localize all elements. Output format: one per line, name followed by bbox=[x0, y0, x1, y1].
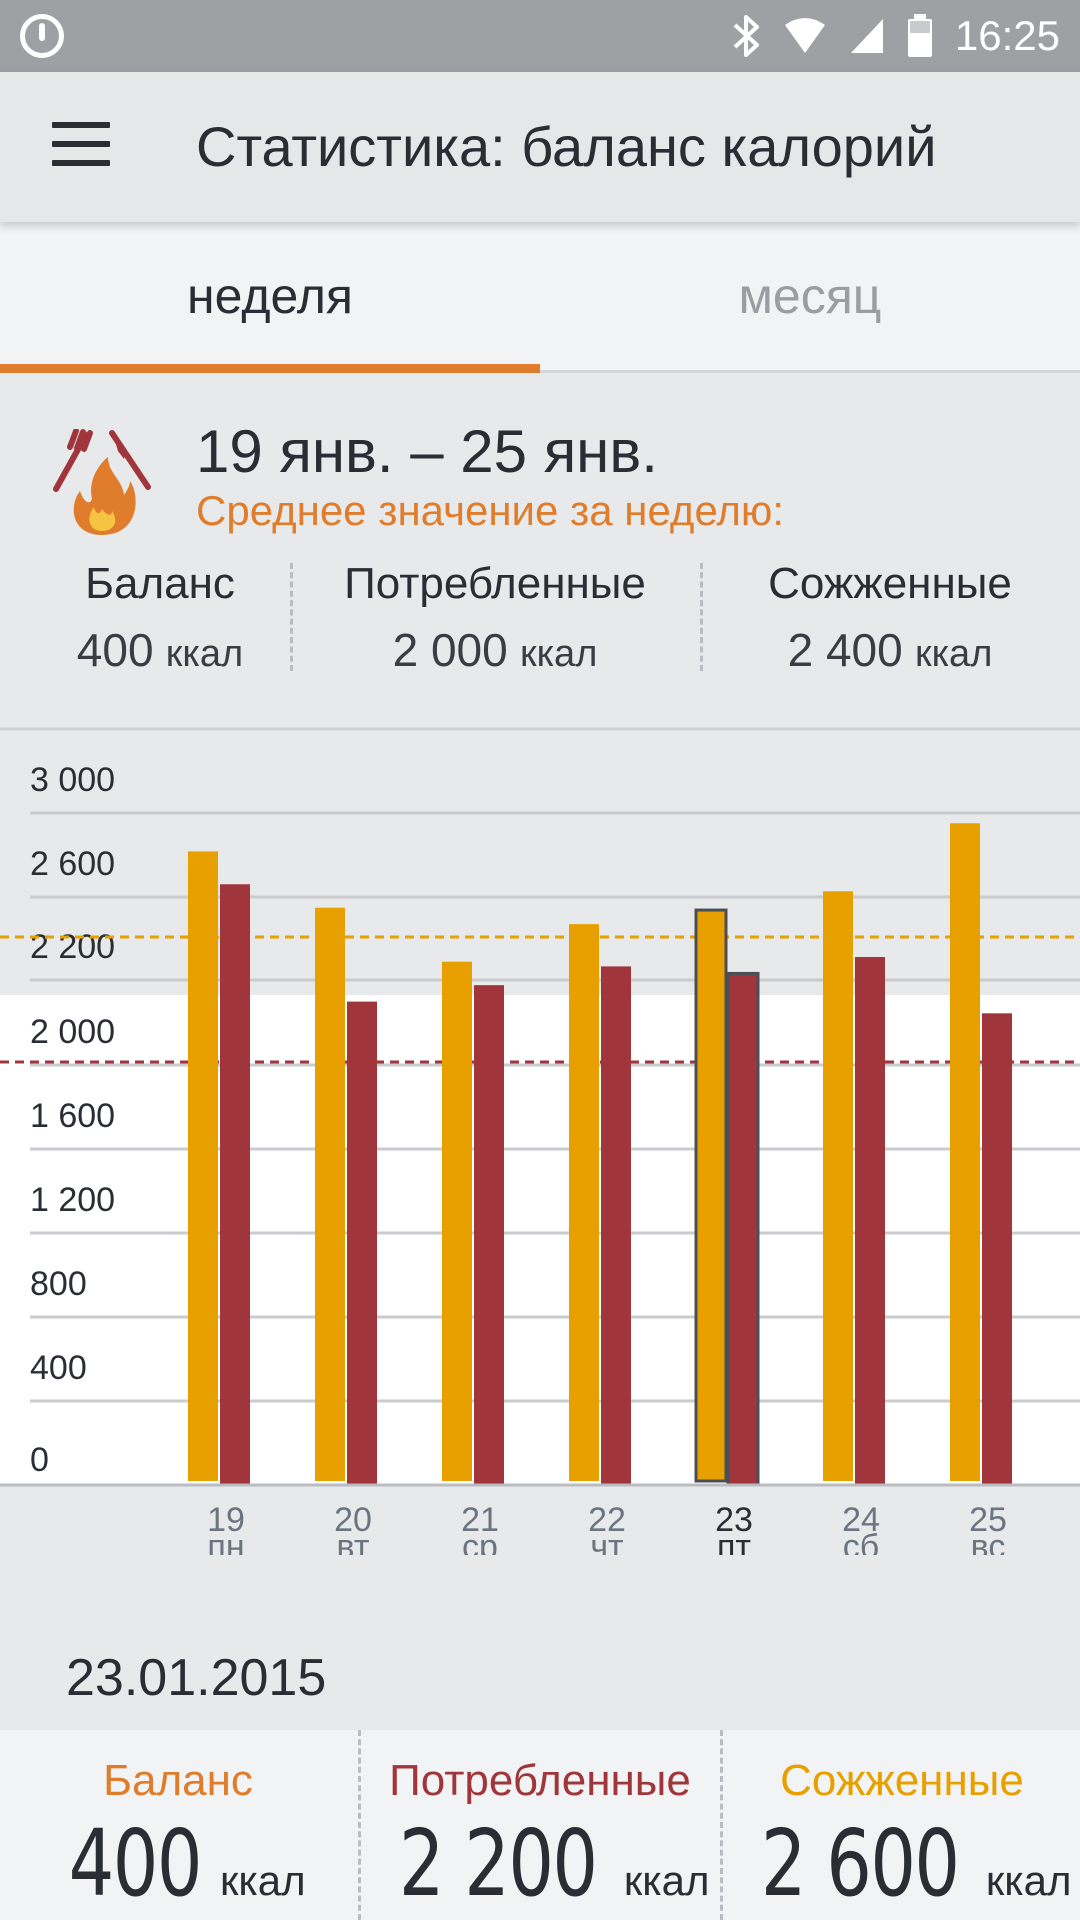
food-fire-icon bbox=[53, 429, 151, 535]
tab-indicator bbox=[0, 364, 540, 373]
avg-consumed-unit: ккал bbox=[519, 633, 598, 675]
avg-burned-label: Сожженные bbox=[768, 559, 1012, 608]
bar-consumed bbox=[601, 966, 631, 1485]
y-tick-label: 1 600 bbox=[30, 1097, 115, 1135]
x-tick-weekday: чт bbox=[590, 1528, 623, 1555]
bar-burned bbox=[315, 907, 345, 1481]
avg-consumed-value: 2 000 bbox=[392, 624, 508, 676]
bar-consumed bbox=[220, 884, 250, 1485]
date-range: 19 янв. – 25 янв. bbox=[196, 418, 658, 485]
bar-burned bbox=[823, 891, 853, 1481]
x-tick-weekday: пн bbox=[207, 1528, 244, 1555]
avg-burned-value: 2 400 bbox=[787, 624, 903, 676]
y-tick-label: 800 bbox=[30, 1265, 87, 1303]
bar-burned bbox=[694, 908, 728, 1483]
avg-balance-label: Баланс bbox=[85, 559, 235, 608]
avg-burned-unit: ккал bbox=[914, 633, 993, 675]
y-tick-label: 2 200 bbox=[30, 928, 115, 966]
bar-burned bbox=[188, 851, 218, 1481]
app-bar: Статистика: баланс калорий bbox=[0, 72, 1080, 222]
bar-consumed bbox=[982, 1013, 1012, 1485]
bluetooth-icon bbox=[733, 15, 759, 57]
divider bbox=[290, 563, 293, 671]
bar-consumed bbox=[726, 971, 760, 1487]
day-balance-label: Баланс bbox=[103, 1756, 253, 1805]
app-logo-icon bbox=[20, 14, 64, 58]
period-tabs: неделя месяц bbox=[0, 222, 1080, 373]
page-title: Статистика: баланс калорий bbox=[196, 115, 937, 178]
chart-bg-bottom bbox=[0, 995, 1080, 1485]
chart-bg-top bbox=[0, 725, 1080, 1005]
bar-burned bbox=[442, 961, 472, 1481]
avg-consumed-label: Потребленные bbox=[344, 559, 646, 608]
y-tick-label: 2 600 bbox=[30, 845, 115, 883]
status-time: 16:25 bbox=[954, 12, 1060, 59]
y-tick-label: 3 000 bbox=[30, 761, 115, 799]
y-tick-label: 2 000 bbox=[30, 1013, 115, 1051]
calorie-chart: 0 400 800 1 200 1 600 2 000 2 200 2 600 3 000 19 п… bbox=[0, 725, 1080, 1555]
wifi-icon bbox=[784, 18, 825, 53]
x-tick-weekday: ср bbox=[462, 1528, 498, 1555]
weekly-summary: 19 янв. – 25 янв. Среднее значение за не… bbox=[0, 373, 1080, 725]
day-burned-unit: ккал bbox=[985, 1857, 1072, 1904]
tab-month[interactable]: месяц bbox=[540, 222, 1080, 370]
bar-consumed bbox=[855, 957, 885, 1485]
y-tick-label: 400 bbox=[30, 1349, 87, 1387]
status-bar: 16:25 bbox=[0, 0, 1080, 72]
x-tick-weekday: вс bbox=[971, 1528, 1006, 1555]
bar-burned bbox=[569, 924, 599, 1481]
x-tick-weekday: сб bbox=[843, 1528, 879, 1555]
bar-consumed bbox=[347, 1001, 377, 1485]
day-consumed-value: 2 200 bbox=[398, 1810, 597, 1917]
bar-chart[interactable]: 04008001 2001 6002 0002 2002 6003 00019п… bbox=[0, 725, 1080, 1555]
day-burned: Сожженные 2 600 ккал bbox=[724, 1730, 1080, 1920]
y-tick-label: 0 bbox=[30, 1441, 49, 1479]
avg-balance-value: 400 bbox=[76, 624, 154, 676]
x-tick-weekday: пт bbox=[717, 1528, 751, 1555]
day-consumed: Потребленные 2 200 ккал bbox=[362, 1730, 718, 1920]
day-burned-label: Сожженные bbox=[780, 1756, 1024, 1805]
bar-burned bbox=[950, 823, 980, 1481]
avg-balance: Баланс 400 ккал bbox=[40, 559, 280, 677]
tab-week[interactable]: неделя bbox=[0, 222, 540, 370]
selected-date: 23.01.2015 bbox=[66, 1649, 327, 1707]
day-balance-value: 400 bbox=[69, 1810, 203, 1917]
avg-burned: Сожженные 2 400 ккал bbox=[720, 559, 1060, 677]
day-balance-unit: ккал bbox=[220, 1857, 306, 1904]
avg-consumed: Потребленные 2 000 ккал bbox=[310, 559, 680, 677]
x-tick-weekday: вт bbox=[337, 1528, 370, 1555]
average-label: Среднее значение за неделю: bbox=[196, 487, 785, 534]
divider bbox=[720, 1730, 723, 1920]
y-tick-label: 1 200 bbox=[30, 1181, 115, 1219]
day-consumed-unit: ккал bbox=[623, 1857, 710, 1904]
day-burned-value: 2 600 bbox=[760, 1810, 959, 1917]
day-balance: Баланс 400 ккал bbox=[0, 1730, 356, 1920]
hamburger-menu-icon[interactable] bbox=[52, 122, 110, 166]
day-consumed-label: Потребленные bbox=[389, 1756, 691, 1805]
avg-balance-unit: ккал bbox=[165, 633, 244, 675]
signal-icon bbox=[850, 19, 883, 53]
divider bbox=[358, 1730, 361, 1920]
battery-icon bbox=[907, 14, 932, 57]
day-detail-panel: Баланс 400 ккал Потребленные 2 200 ккал Со… bbox=[0, 1730, 1080, 1920]
bar-consumed bbox=[474, 985, 504, 1485]
divider bbox=[700, 563, 703, 671]
